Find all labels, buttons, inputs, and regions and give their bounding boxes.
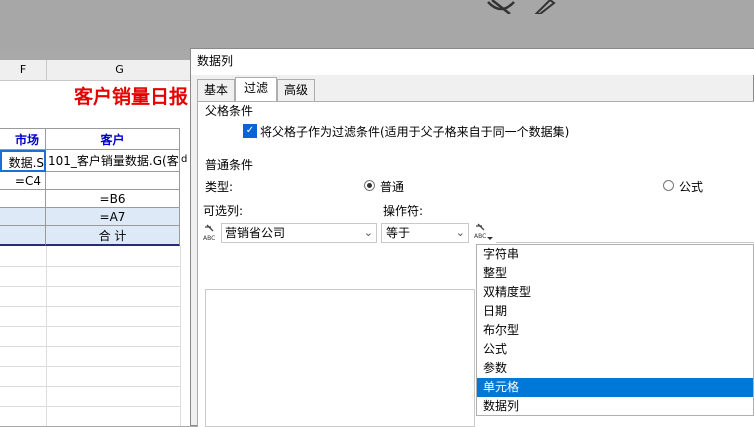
cell-f-empty[interactable] — [0, 190, 46, 208]
pencil-icon[interactable] — [533, 0, 556, 15]
spreadsheet: F G 客户销量日报 市场 客户 数据.S 101_客户销量数据.G(客户) d… — [0, 60, 192, 426]
operator-select-value: 等于 — [386, 226, 411, 240]
grid-row — [0, 286, 180, 287]
parent-filter-checkbox[interactable]: ✓ — [243, 124, 257, 138]
tab-basic[interactable]: 基本 — [197, 79, 235, 101]
tab-filter[interactable]: 过滤 — [235, 77, 277, 102]
grid-row — [0, 366, 180, 367]
svg-text:ABC: ABC — [203, 235, 215, 241]
operator-label: 操作符: — [383, 204, 424, 218]
abc-icon: ABC — [203, 223, 221, 242]
dd-option-date[interactable]: 日期 — [477, 302, 753, 321]
dd-option-data-column[interactable]: 数据列 — [477, 397, 753, 416]
column-header-g[interactable]: G — [47, 60, 192, 81]
grid-row — [0, 406, 180, 407]
svg-text:ABC: ABC — [474, 233, 486, 240]
dd-option-double[interactable]: 双精度型 — [477, 283, 753, 302]
chevron-down-icon: ⌄ — [455, 226, 465, 239]
cell-g-empty[interactable] — [46, 172, 180, 190]
dd-option-parameter[interactable]: 参数 — [477, 359, 753, 378]
dd-option-cell[interactable]: 单元格 — [477, 378, 753, 397]
cell-f-formula[interactable]: =C4 — [0, 172, 46, 190]
hide-icon[interactable] — [486, 0, 516, 15]
header-customer[interactable]: 客户 — [46, 128, 180, 150]
grid-row — [0, 386, 180, 387]
grid-row — [0, 306, 180, 307]
value-input[interactable] — [496, 223, 754, 243]
dd-option-formula[interactable]: 公式 — [477, 340, 753, 359]
cell-g-total[interactable]: 合 计 — [46, 226, 180, 246]
value-type-dropdown: 字符串 整型 双精度型 日期 布尔型 公式 参数 单元格 数据列 — [476, 244, 754, 416]
type-normal-radio[interactable] — [364, 180, 375, 191]
cell-g-data[interactable]: 101_客户销量数据.G(客户) — [46, 150, 180, 172]
cell-f-data[interactable]: 数据.S — [0, 150, 46, 172]
grid-row — [0, 326, 180, 327]
column-header-f[interactable]: F — [0, 60, 47, 81]
background-toolbar — [0, 0, 754, 50]
tab-advanced[interactable]: 高级 — [277, 79, 315, 101]
type-formula-label[interactable]: 公式 — [679, 178, 703, 195]
dd-option-string[interactable]: 字符串 — [477, 245, 753, 264]
condition-list-area[interactable] — [205, 289, 475, 427]
type-label: 类型: — [205, 180, 234, 194]
value-type-icon[interactable]: ABC — [474, 222, 494, 242]
grid-row — [0, 346, 180, 347]
chevron-down-icon: ⌄ — [363, 226, 373, 239]
operator-select[interactable]: 等于 ⌄ — [381, 223, 469, 243]
grid-row — [0, 266, 180, 267]
grid-col — [180, 246, 181, 426]
parent-filter-label[interactable]: 将父格子作为过滤条件(适用于父子格来自于同一个数据集) — [260, 123, 569, 140]
column-select-value: 营销省公司 — [225, 226, 286, 240]
cell-g-a7[interactable]: =A7 — [46, 208, 180, 226]
cell-g-b6[interactable]: =B6 — [46, 190, 180, 208]
report-title: 客户销量日报 — [74, 86, 189, 108]
dialog-title[interactable]: 数据列 — [191, 49, 754, 75]
type-formula-radio[interactable] — [663, 180, 674, 191]
dd-option-boolean[interactable]: 布尔型 — [477, 321, 753, 340]
corner-mark: d — [181, 154, 188, 165]
dd-option-integer[interactable]: 整型 — [477, 264, 753, 283]
common-condition-heading: 普通条件 — [205, 158, 254, 172]
optional-column-label: 可选列: — [203, 204, 244, 218]
grid-col — [46, 246, 47, 426]
cell-f-empty-2[interactable] — [0, 208, 46, 226]
type-normal-label[interactable]: 普通 — [380, 178, 404, 195]
column-select[interactable]: 营销省公司 ⌄ — [221, 223, 377, 243]
parent-condition-heading: 父格条件 — [205, 104, 254, 118]
header-market[interactable]: 市场 — [0, 128, 46, 150]
cell-f-total[interactable] — [0, 226, 46, 246]
